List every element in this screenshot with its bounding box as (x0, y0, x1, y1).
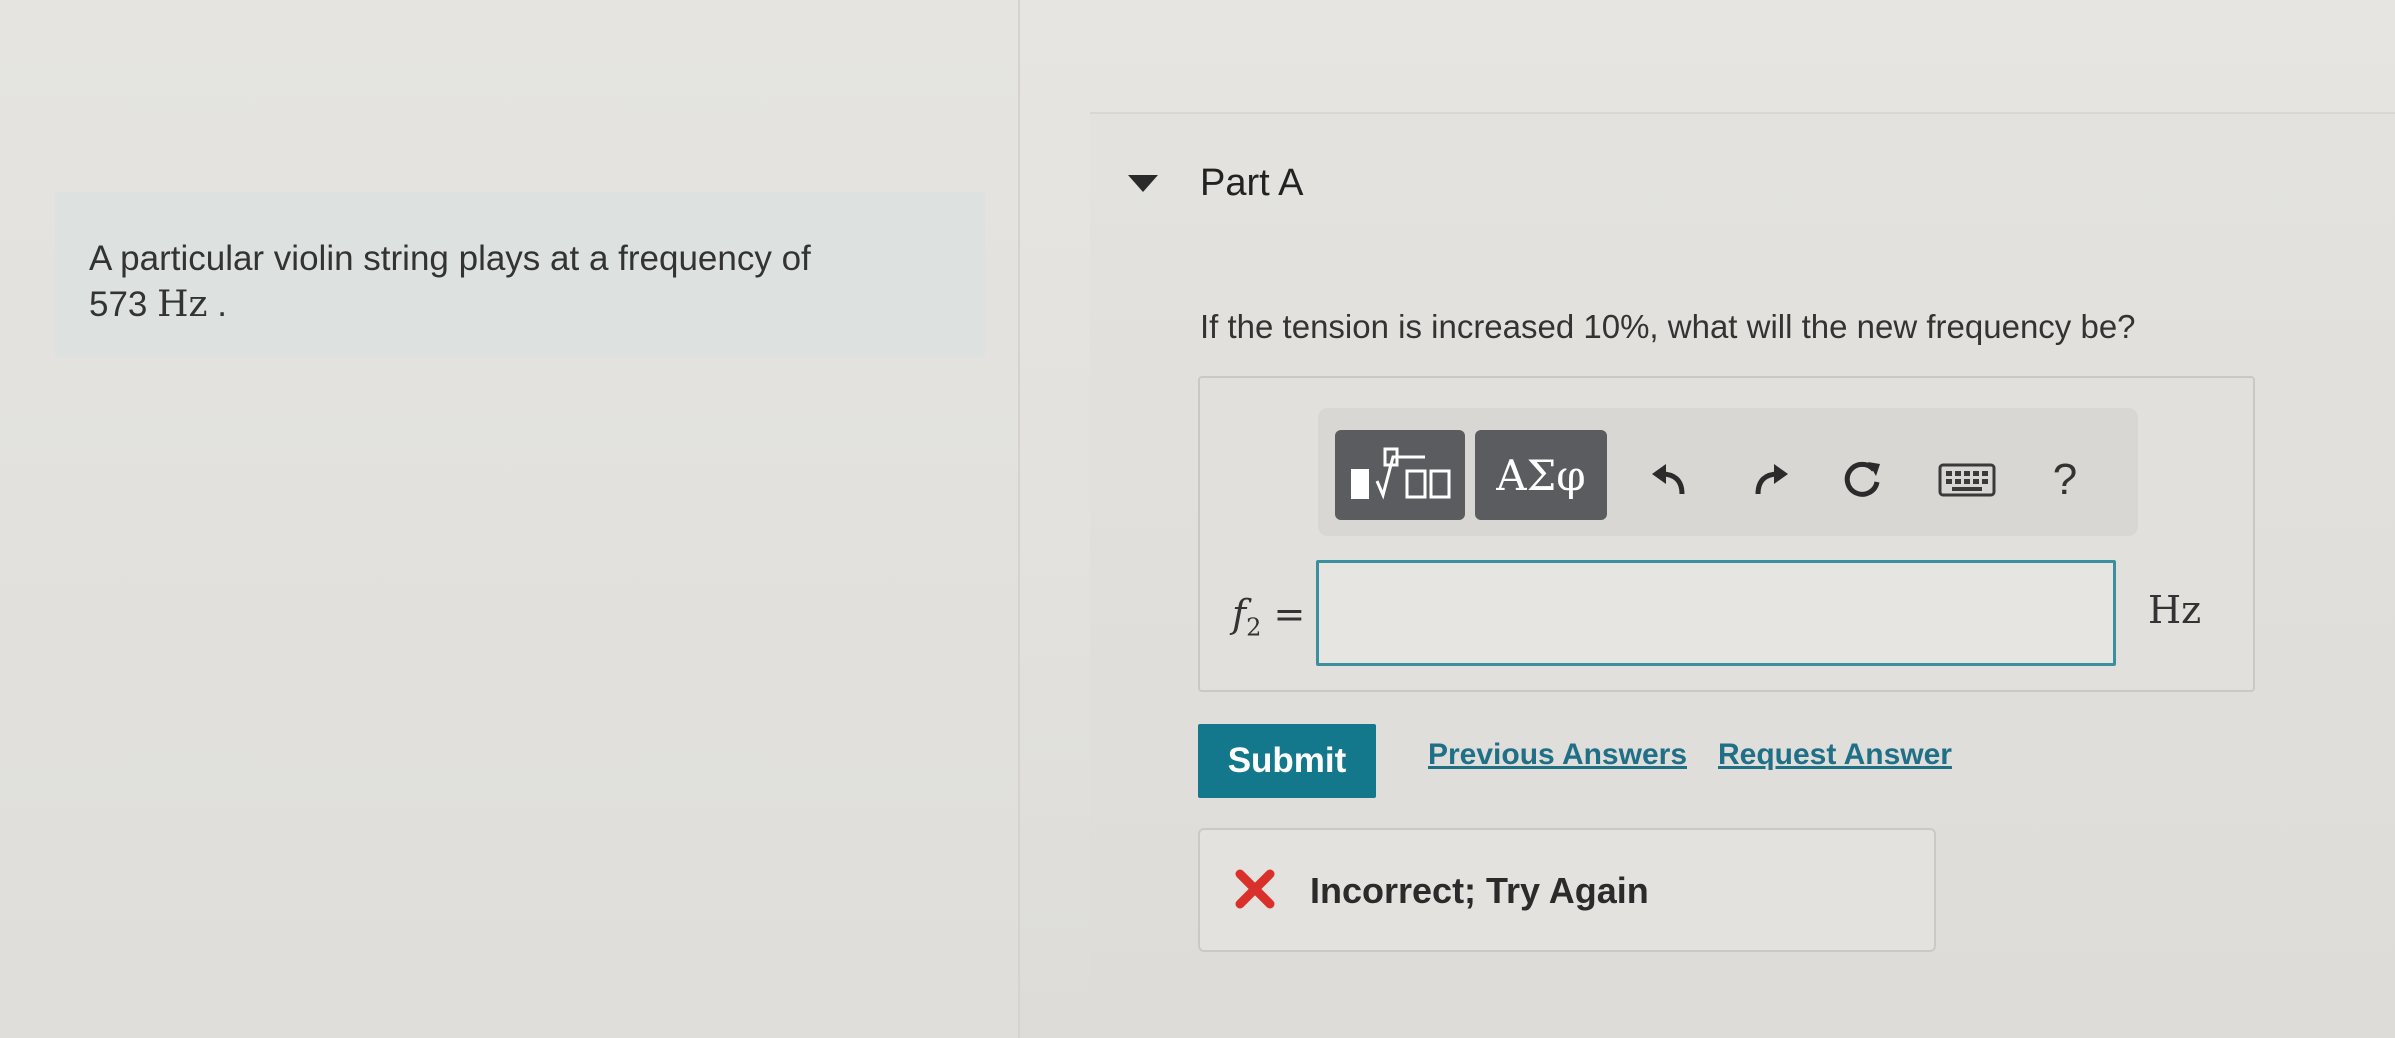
redo-icon (1755, 464, 1788, 495)
templates-icon (1351, 447, 1451, 500)
part-header[interactable]: Part A (1128, 158, 1304, 208)
reset-button[interactable] (1832, 450, 1892, 510)
problem-text-main: A particular violin string plays at a fr… (89, 239, 811, 278)
keyboard-button[interactable] (1932, 450, 2002, 510)
reset-icon (1844, 461, 1880, 497)
greek-symbols-icon: ΑΣφ (1496, 450, 1586, 500)
redo-button[interactable] (1740, 450, 1800, 510)
submit-button[interactable]: Submit (1198, 724, 1376, 798)
greek-symbols-button[interactable]: ΑΣφ (1475, 430, 1607, 520)
problem-value: 573 (89, 285, 148, 324)
answer-variable: f (1232, 592, 1247, 636)
undo-icon (1652, 464, 1685, 495)
undo-button[interactable] (1640, 450, 1700, 510)
question-text: If the tension is increased 10%, what wi… (1200, 308, 2136, 345)
problem-statement: A particular violin string plays at a fr… (55, 192, 985, 357)
part-title: Part A (1200, 161, 1304, 204)
answer-unit: Hz (2148, 588, 2202, 632)
help-icon: ? (2052, 455, 2078, 504)
templates-button[interactable] (1335, 430, 1465, 520)
collapse-caret-icon[interactable] (1128, 174, 1158, 192)
problem-period: . (217, 285, 227, 324)
keyboard-icon (1938, 463, 1996, 497)
request-answer-link[interactable]: Request Answer (1718, 738, 1952, 772)
incorrect-x-icon (1235, 869, 1275, 909)
feedback-text: Incorrect; Try Again (1310, 870, 1649, 911)
problem-text: A particular violin string plays at a fr… (89, 236, 985, 328)
previous-answers-link[interactable]: Previous Answers (1428, 738, 1687, 772)
answer-variable-label: f2 = (1232, 592, 1305, 642)
answer-input[interactable] (1316, 560, 2116, 666)
problem-pane (0, 0, 1020, 1038)
help-button[interactable]: ? (2035, 450, 2095, 510)
answer-subscript: 2 (1246, 613, 1262, 642)
problem-unit: Hz (157, 284, 208, 325)
answer-equals: = (1273, 592, 1306, 636)
pane-divider (1018, 0, 1020, 1038)
